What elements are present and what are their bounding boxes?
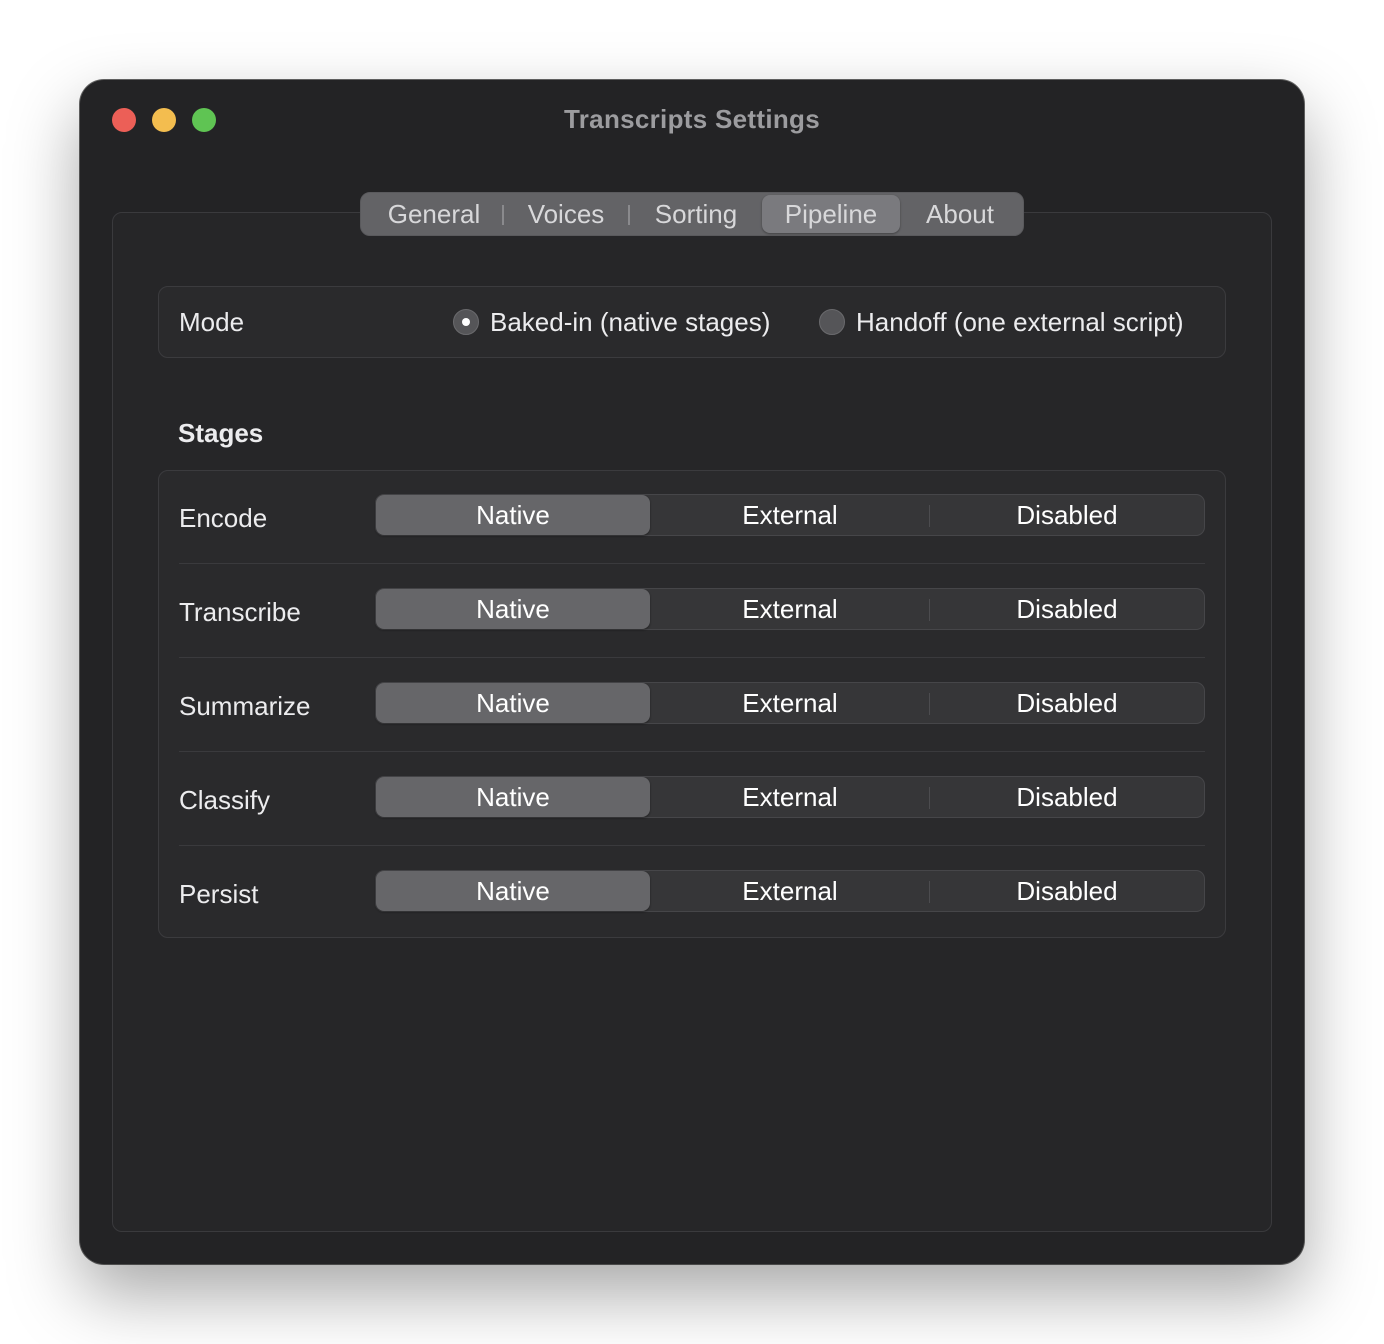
tab-general[interactable]: General [369, 193, 499, 235]
mode-group: Mode Baked-in (native stages) Handoff (o… [158, 286, 1226, 358]
tab-bar: General Voices Sorting Pipeline About [360, 192, 1024, 236]
segment-disabled[interactable]: Disabled [930, 589, 1204, 629]
stage-segmented-classify: Native External Disabled [375, 776, 1205, 818]
segment-disabled[interactable]: Disabled [930, 777, 1204, 817]
handoff-radio-label[interactable]: Handoff (one external script) [856, 307, 1184, 338]
tab-separator [628, 205, 630, 225]
baked-in-radio[interactable] [453, 309, 479, 335]
stage-label-classify: Classify [179, 785, 271, 815]
row-divider [179, 751, 1205, 752]
stage-segmented-encode: Native External Disabled [375, 494, 1205, 536]
stage-label-encode: Encode [179, 503, 268, 533]
mode-label: Mode [179, 307, 245, 337]
row-divider [179, 563, 1205, 564]
stage-segmented-summarize: Native External Disabled [375, 682, 1205, 724]
tab-sorting[interactable]: Sorting [633, 193, 759, 235]
segment-external[interactable]: External [652, 589, 928, 629]
segment-native[interactable]: Native [376, 683, 650, 723]
stage-label-persist: Persist [179, 879, 259, 909]
tab-pipeline[interactable]: Pipeline [762, 195, 900, 233]
segment-native[interactable]: Native [376, 589, 650, 629]
stage-segmented-transcribe: Native External Disabled [375, 588, 1205, 630]
tab-voices[interactable]: Voices [507, 193, 625, 235]
settings-window: Transcripts Settings General Voices Sort… [80, 80, 1304, 1264]
segment-disabled[interactable]: Disabled [930, 495, 1204, 535]
segment-native[interactable]: Native [376, 777, 650, 817]
tab-about[interactable]: About [901, 193, 1019, 235]
segment-external[interactable]: External [652, 495, 928, 535]
stage-segmented-persist: Native External Disabled [375, 870, 1205, 912]
row-divider [179, 657, 1205, 658]
segment-external[interactable]: External [652, 871, 928, 911]
stage-label-summarize: Summarize [179, 691, 311, 721]
segment-disabled[interactable]: Disabled [930, 683, 1204, 723]
baked-in-radio-label[interactable]: Baked-in (native stages) [490, 307, 770, 338]
segment-external[interactable]: External [652, 777, 928, 817]
stages-heading: Stages [178, 418, 264, 448]
window-title: Transcripts Settings [564, 104, 820, 134]
row-divider [179, 845, 1205, 846]
stages-group: Encode Native External Disabled Transcri… [158, 470, 1226, 938]
segment-external[interactable]: External [652, 683, 928, 723]
tab-separator [502, 205, 504, 225]
handoff-radio[interactable] [819, 309, 845, 335]
segment-disabled[interactable]: Disabled [930, 871, 1204, 911]
segment-native[interactable]: Native [376, 495, 650, 535]
segment-native[interactable]: Native [376, 871, 650, 911]
stage-label-transcribe: Transcribe [179, 597, 301, 627]
